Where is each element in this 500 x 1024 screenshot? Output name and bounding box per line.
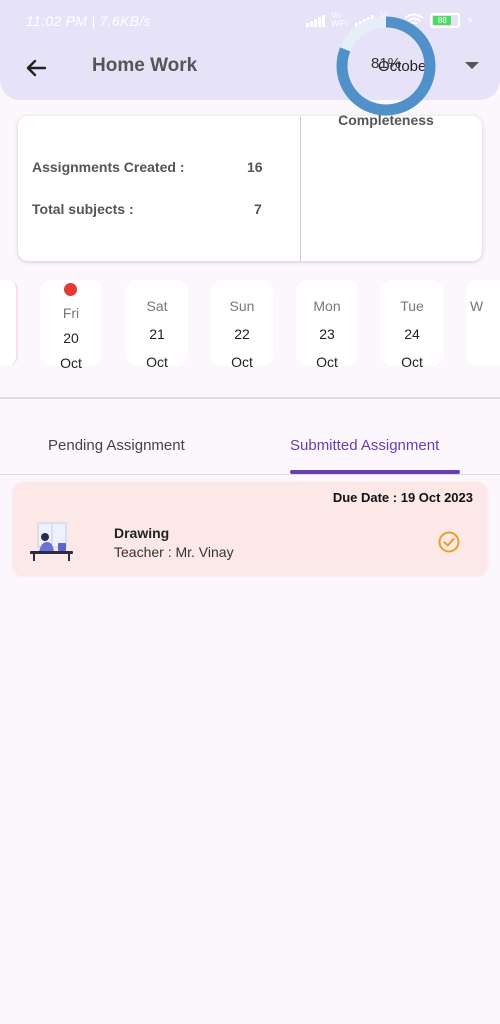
completeness-percent: 81% xyxy=(370,55,402,72)
page-title: Home Work xyxy=(92,55,198,76)
date-month: Oct xyxy=(316,354,338,368)
date-item[interactable]: Sat 21 Oct xyxy=(126,280,188,368)
student-desk-illustration xyxy=(30,522,73,561)
tab-divider xyxy=(0,474,500,475)
signal-icon xyxy=(306,13,326,27)
date-number: 24 xyxy=(404,326,420,342)
date-month: Oct xyxy=(146,354,168,368)
total-subjects-value: 7 xyxy=(254,201,262,217)
date-item-partial[interactable]: W xyxy=(466,280,500,366)
date-month: Oct xyxy=(60,355,82,368)
due-date: Due Date : 19 Oct 2023 xyxy=(332,490,473,505)
date-number: 23 xyxy=(319,326,335,342)
assignment-card[interactable]: Due Date : 19 Oct 2023 Drawing Teacher :… xyxy=(13,482,487,575)
date-day: Fri xyxy=(62,305,80,321)
date-day: W xyxy=(470,298,484,314)
date-number: 22 xyxy=(234,326,250,342)
date-day: Sat xyxy=(146,298,168,314)
status-time: 11:02 PM | 7.6KB/s xyxy=(26,13,151,29)
charging-icon: ⚡ xyxy=(466,14,474,27)
date-month: Oct xyxy=(401,354,423,368)
stats-divider xyxy=(300,116,301,261)
assignment-teacher: Teacher : Mr. Vinay xyxy=(114,544,234,560)
back-button[interactable] xyxy=(22,54,50,82)
date-month: Oct xyxy=(231,354,253,368)
date-item[interactable]: Sun 22 Oct xyxy=(211,280,273,368)
event-dot-icon xyxy=(64,283,77,296)
date-day: Sun xyxy=(229,298,255,314)
date-day: Tue xyxy=(400,298,424,314)
tab-pending-assignment[interactable]: Pending Assignment xyxy=(48,437,185,454)
completeness-label: Completeness xyxy=(338,112,434,128)
section-divider xyxy=(0,397,500,399)
stats-card: Assignments Created : 16 Total subjects … xyxy=(18,116,482,261)
date-selector: Fri 20 Oct Sat 21 Oct Sun 22 Oct Mon 23 … xyxy=(0,276,500,368)
date-item-partial[interactable] xyxy=(0,280,18,366)
date-item[interactable]: Fri 20 Oct xyxy=(40,280,102,368)
caret-down-icon[interactable] xyxy=(465,62,479,69)
assignments-created-value: 16 xyxy=(247,159,263,175)
date-item[interactable]: Tue 24 Oct xyxy=(381,280,443,368)
assignments-created-label: Assignments Created : xyxy=(32,159,185,175)
assignment-subject: Drawing xyxy=(114,525,170,541)
tab-submitted-assignment[interactable]: Submitted Assignment xyxy=(290,437,439,454)
date-number: 21 xyxy=(149,326,165,342)
date-number: 20 xyxy=(63,330,79,346)
date-item[interactable]: Mon 23 Oct xyxy=(296,280,358,368)
check-circle-icon xyxy=(438,531,460,553)
total-subjects-label: Total subjects : xyxy=(32,201,134,217)
date-day: Mon xyxy=(313,298,341,314)
arrow-left-icon xyxy=(26,59,47,77)
